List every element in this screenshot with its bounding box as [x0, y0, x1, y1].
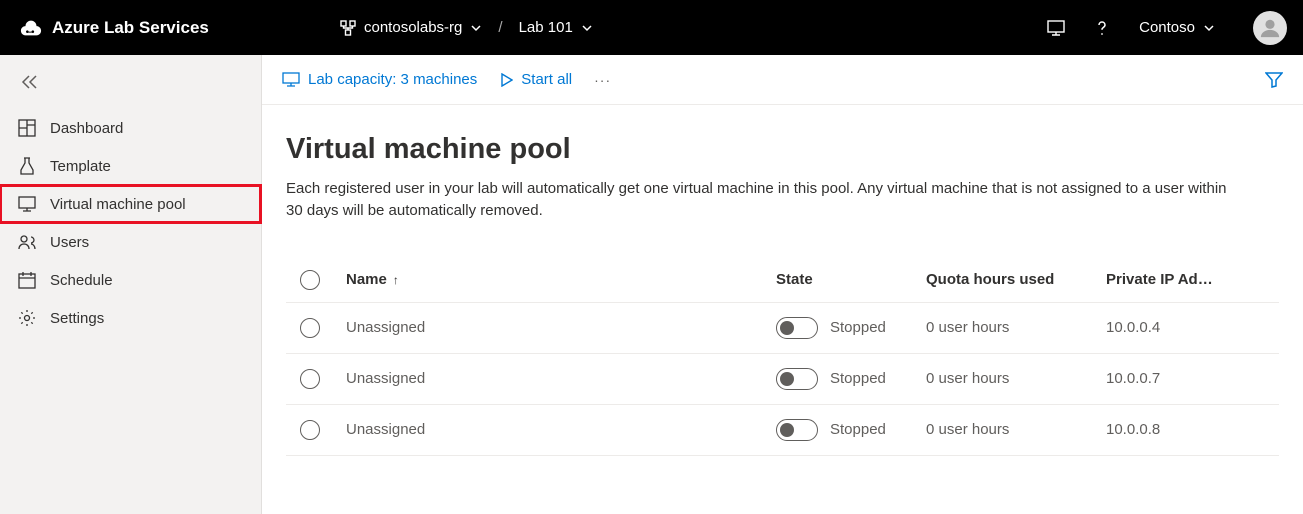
row-select-radio[interactable]: [300, 369, 320, 389]
cell-quota: 0 user hours: [926, 421, 1106, 438]
chevron-down-icon: [1203, 22, 1215, 34]
start-all-button[interactable]: Start all: [499, 71, 572, 88]
user-name: Contoso: [1139, 19, 1195, 36]
cell-state: Stopped: [830, 370, 886, 387]
cell-state: Stopped: [830, 421, 886, 438]
cell-name: Unassigned: [346, 319, 776, 336]
vm-table: Name ↑ State Quota hours used Private IP…: [286, 258, 1279, 456]
cell-name: Unassigned: [346, 370, 776, 387]
breadcrumb: contosolabs-rg / Lab 101: [340, 19, 593, 36]
lab-capacity-button[interactable]: Lab capacity: 3 machines: [282, 71, 477, 88]
column-name-label: Name: [346, 271, 387, 288]
user-menu[interactable]: Contoso: [1139, 19, 1215, 36]
cell-name: Unassigned: [346, 421, 776, 438]
resource-group-icon: [340, 20, 356, 36]
sidebar-item-users[interactable]: Users: [0, 223, 261, 261]
dashboard-icon: [18, 119, 36, 137]
cell-ip: 10.0.0.7: [1106, 370, 1266, 387]
cell-ip: 10.0.0.4: [1106, 319, 1266, 336]
breadcrumb-separator: /: [498, 19, 502, 36]
filter-button[interactable]: [1265, 72, 1283, 88]
cell-quota: 0 user hours: [926, 319, 1106, 336]
monitor-icon: [18, 195, 36, 213]
breadcrumb-rg-label: contosolabs-rg: [364, 19, 462, 36]
sidebar-item-label: Template: [50, 158, 111, 175]
users-icon: [18, 233, 36, 251]
page-title: Virtual machine pool: [286, 133, 1279, 166]
monitor-icon[interactable]: [1047, 20, 1065, 36]
header-actions: Contoso: [1047, 11, 1287, 45]
state-toggle[interactable]: [776, 368, 818, 390]
table-row[interactable]: Unassigned Stopped 0 user hours 10.0.0.4: [286, 303, 1279, 354]
column-header-ip[interactable]: Private IP Ad…: [1106, 271, 1266, 288]
table-header: Name ↑ State Quota hours used Private IP…: [286, 258, 1279, 303]
lab-capacity-label: Lab capacity: 3 machines: [308, 71, 477, 88]
calendar-icon: [18, 271, 36, 289]
more-actions-button[interactable]: ···: [594, 72, 611, 88]
column-header-name[interactable]: Name ↑: [346, 271, 776, 288]
state-toggle[interactable]: [776, 317, 818, 339]
chevron-down-icon: [581, 22, 593, 34]
sidebar-item-template[interactable]: Template: [0, 147, 261, 185]
select-all-radio[interactable]: [300, 270, 320, 290]
page-description: Each registered user in your lab will au…: [286, 178, 1246, 222]
row-select-radio[interactable]: [300, 318, 320, 338]
row-select-radio[interactable]: [300, 420, 320, 440]
column-header-state[interactable]: State: [776, 271, 926, 288]
sort-ascending-icon: ↑: [393, 273, 399, 287]
app-logo[interactable]: Azure Lab Services: [20, 18, 340, 38]
state-toggle[interactable]: [776, 419, 818, 441]
column-header-quota[interactable]: Quota hours used: [926, 271, 1106, 288]
azure-cloud-icon: [20, 18, 42, 38]
template-icon: [18, 157, 36, 175]
main-content: Lab capacity: 3 machines Start all ··· V…: [262, 55, 1303, 514]
sidebar-item-dashboard[interactable]: Dashboard: [0, 109, 261, 147]
sidebar-item-label: Users: [50, 234, 89, 251]
cell-quota: 0 user hours: [926, 370, 1106, 387]
breadcrumb-lab[interactable]: Lab 101: [519, 19, 593, 36]
sidebar-item-label: Schedule: [50, 272, 113, 289]
app-name: Azure Lab Services: [52, 18, 209, 38]
sidebar: Dashboard Template Virtual machine pool: [0, 55, 262, 514]
sidebar-item-label: Virtual machine pool: [50, 196, 186, 213]
cell-state: Stopped: [830, 319, 886, 336]
start-all-label: Start all: [521, 71, 572, 88]
collapse-sidebar-button[interactable]: [0, 65, 261, 109]
table-row[interactable]: Unassigned Stopped 0 user hours 10.0.0.7: [286, 354, 1279, 405]
play-icon: [499, 73, 513, 87]
monitor-icon: [282, 72, 300, 87]
sidebar-item-vm-pool[interactable]: Virtual machine pool: [0, 185, 261, 223]
sidebar-item-schedule[interactable]: Schedule: [0, 261, 261, 299]
breadcrumb-resource-group[interactable]: contosolabs-rg: [340, 19, 482, 36]
help-icon[interactable]: [1093, 19, 1111, 37]
avatar[interactable]: [1253, 11, 1287, 45]
toolbar: Lab capacity: 3 machines Start all ···: [262, 55, 1303, 105]
table-row[interactable]: Unassigned Stopped 0 user hours 10.0.0.8: [286, 405, 1279, 456]
sidebar-item-label: Settings: [50, 310, 104, 327]
chevron-down-icon: [470, 22, 482, 34]
breadcrumb-lab-label: Lab 101: [519, 19, 573, 36]
cell-ip: 10.0.0.8: [1106, 421, 1266, 438]
gear-icon: [18, 309, 36, 327]
app-header: Azure Lab Services contosolabs-rg / Lab …: [0, 0, 1303, 55]
sidebar-item-label: Dashboard: [50, 120, 123, 137]
sidebar-item-settings[interactable]: Settings: [0, 299, 261, 337]
